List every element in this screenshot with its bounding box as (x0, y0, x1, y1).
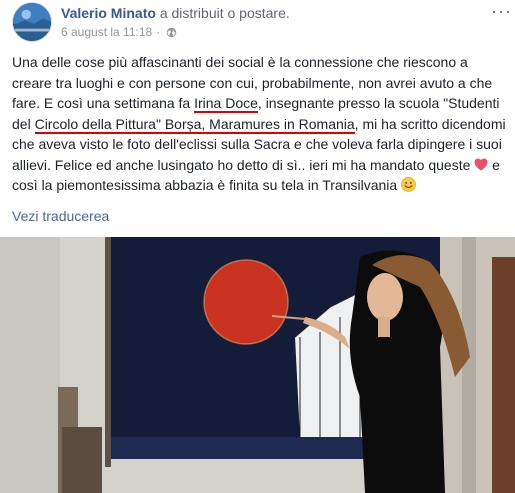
post-text: Una delle cose più affascinanti dei soci… (12, 52, 507, 196)
post-photo[interactable] (0, 237, 515, 493)
author-action: a distribuit o postare. (159, 5, 290, 21)
post-header: Valerio Minato a distribuit o postare. 6… (12, 2, 512, 42)
translate-link[interactable]: Vezi traducerea (12, 208, 109, 224)
smile-icon (401, 177, 416, 192)
avatar[interactable] (12, 2, 52, 42)
meta-separator: · (156, 25, 161, 39)
tagged-person-name: Irina Doce (194, 95, 258, 113)
post-meta: 6 august la 11:18 · (61, 25, 177, 39)
globe-icon (166, 27, 177, 38)
photo-painting-scene (0, 237, 515, 493)
more-icon[interactable]: ··· (491, 2, 512, 20)
author-line: Valerio Minato a distribuit o postare. (61, 5, 290, 21)
school-name: Circolo della Pittura" Borșa, Maramures … (34, 115, 355, 134)
avatar-image (13, 3, 51, 41)
author-name[interactable]: Valerio Minato (61, 5, 156, 21)
post-date[interactable]: 6 august la 11:18 (61, 25, 152, 39)
heart-icon (474, 156, 488, 170)
